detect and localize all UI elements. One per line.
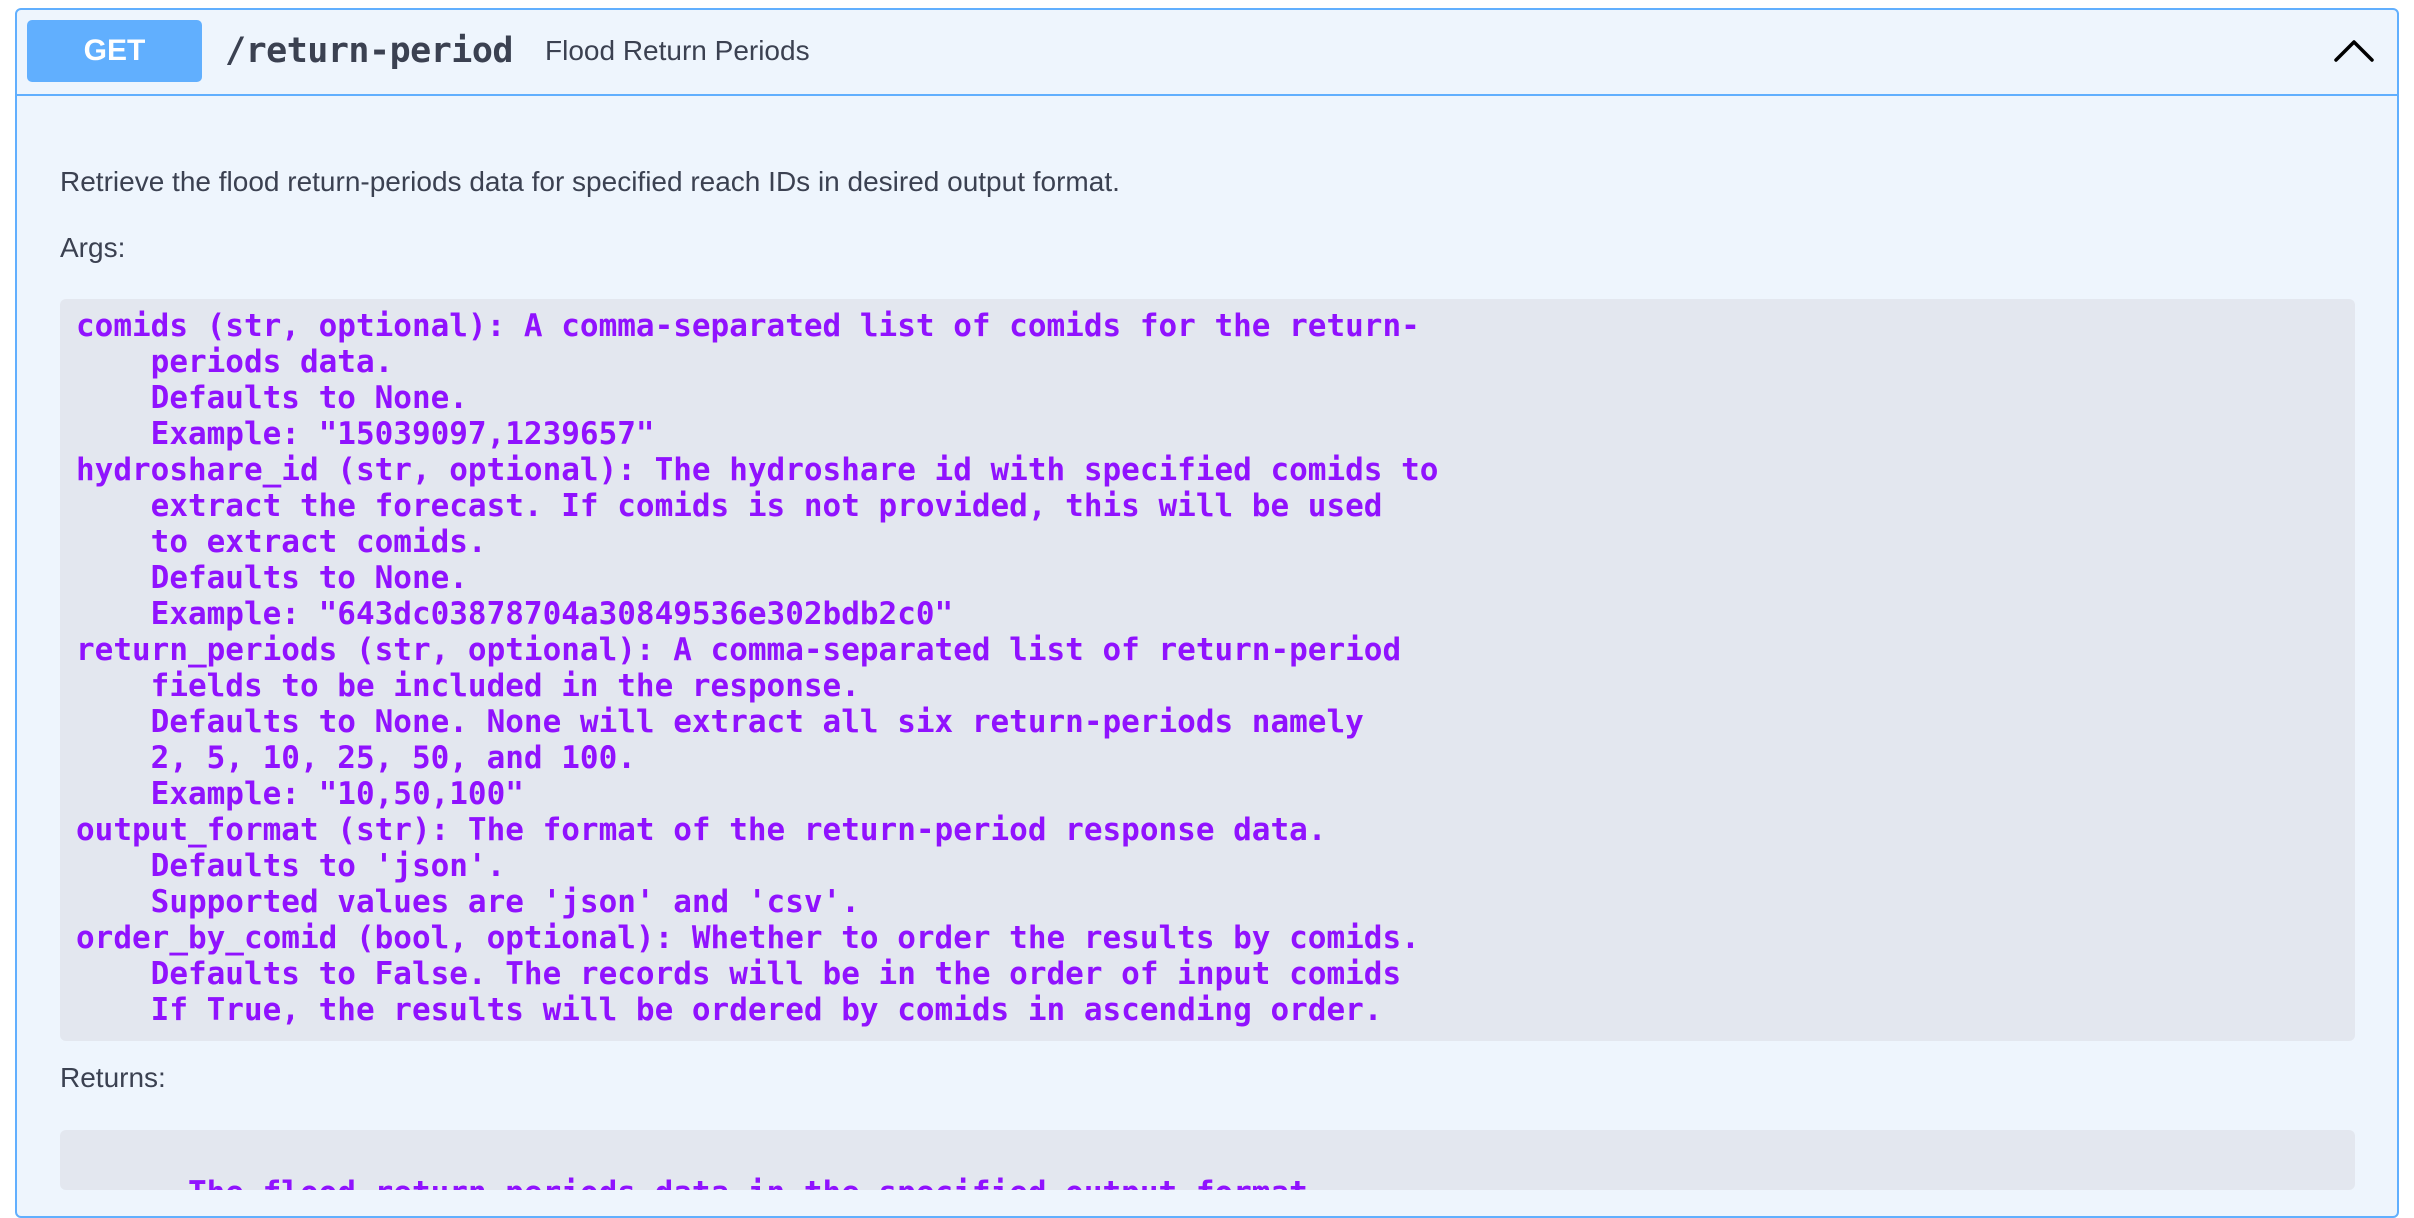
args-code-block: comids (str, optional): A comma-separate… [60,299,2355,1041]
args-code-line: Defaults to None. [76,380,468,416]
args-code-line: Example: "643dc03878704a30849536e302bdb2… [76,596,954,632]
args-code-line: Example: "10,50,100" [76,776,524,812]
args-code-line: comids (str, optional): A comma-separate… [76,308,1420,344]
args-code-line: return_periods (str, optional): A comma-… [76,632,1402,668]
args-code-line: Defaults to False. The records will be i… [76,956,1402,992]
returns-code-block: The flood return periods data in the spe… [60,1130,2355,1190]
operation-summary[interactable]: GET /return-period Flood Return Periods [17,10,2397,96]
args-code-line: Defaults to 'json'. [76,848,506,884]
chevron-up-icon [2334,40,2374,62]
endpoint-path[interactable]: /return-period [225,20,514,82]
args-label: Args: [60,232,126,263]
args-code-line: periods data. [76,344,394,380]
args-code-line: Example: "15039097,1239657" [76,416,655,452]
args-code-line: to extract comids. [76,524,487,560]
args-code-line: fields to be included in the response. [76,668,860,704]
args-code-line: Supported values are 'json' and 'csv'. [76,884,860,920]
description-intro: Retrieve the flood return-periods data f… [60,166,1120,197]
args-code-line: If True, the results will be ordered by … [76,992,1383,1028]
args-code-line: Defaults to None. None will extract all … [76,704,1364,740]
returns-label: Returns: [60,1062,166,1093]
args-code-line: 2, 5, 10, 25, 50, and 100. [76,740,636,776]
operation-block-get-return-period: GET /return-period Flood Return Periods … [15,8,2399,1218]
args-code-line: order_by_comid (bool, optional): Whether… [76,920,1420,956]
args-code-line: extract the forecast. If comids is not p… [76,488,1383,524]
args-code-line: hydroshare_id (str, optional): The hydro… [76,452,1439,488]
args-code-line: output_format (str): The format of the r… [76,812,1327,848]
returns-text: The flood return periods data in the spe… [188,1175,1326,1190]
args-code-line: Defaults to None. [76,560,468,596]
endpoint-summary[interactable]: Flood Return Periods [545,20,810,82]
http-method-badge[interactable]: GET [27,20,202,82]
collapse-button[interactable] [2323,20,2385,82]
